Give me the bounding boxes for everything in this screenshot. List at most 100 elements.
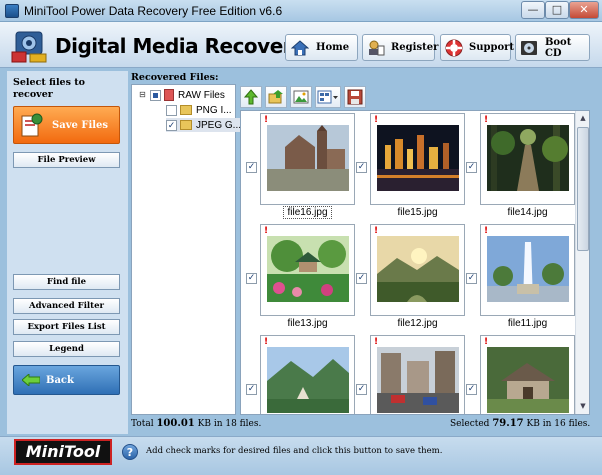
deleted-flag-icon: ! <box>374 115 379 125</box>
file-name: file16.jpg <box>260 206 355 219</box>
thumbnail-frame[interactable]: ! <box>370 224 465 316</box>
export-files-list-button[interactable]: Export Files List <box>13 319 120 335</box>
deleted-flag-icon: ! <box>484 226 489 236</box>
thumbnail-frame[interactable]: ! <box>260 113 355 205</box>
hint-text: Add check marks for desired files and cl… <box>146 446 443 456</box>
thumbnail-image <box>267 347 349 413</box>
tree-row-raw-files[interactable]: ⊟ RAW Files <box>138 88 225 102</box>
advanced-filter-button[interactable]: Advanced Filter <box>13 298 120 314</box>
home-label: Home <box>316 42 350 53</box>
file-checkbox[interactable]: ✓ <box>466 162 477 173</box>
png-checkbox[interactable] <box>166 104 177 116</box>
home-icon <box>290 39 310 57</box>
save-disk-icon <box>347 89 363 105</box>
deleted-flag-icon: ! <box>374 226 379 236</box>
tree-label: JPEG G... <box>196 119 242 131</box>
thumbnail-frame[interactable]: ! <box>260 335 355 414</box>
file-tile[interactable]: ✓ ! file15.jpg <box>356 111 465 219</box>
boot-cd-icon <box>520 39 539 57</box>
thumbnail-frame[interactable]: ! <box>480 335 575 414</box>
close-button[interactable]: ✕ <box>569 1 599 19</box>
boot-cd-button[interactable]: Boot CD <box>515 34 590 61</box>
save-files-icon <box>21 113 43 137</box>
app-logo-text: Digital Media Recovery <box>55 34 305 58</box>
file-checkbox[interactable]: ✓ <box>246 273 257 284</box>
file-checkbox[interactable]: ✓ <box>466 384 477 395</box>
up-arrow-icon <box>243 89 259 105</box>
thumbnail-frame[interactable]: ! <box>480 224 575 316</box>
up-level-button[interactable] <box>240 86 262 108</box>
recover-button[interactable] <box>265 86 287 108</box>
recovered-files-label: Recovered Files: <box>131 72 219 83</box>
save-files-button[interactable]: Save Files <box>13 106 120 144</box>
file-checkbox[interactable]: ✓ <box>246 384 257 395</box>
file-tile[interactable]: ✓ ! <box>246 333 355 414</box>
find-file-button[interactable]: Find file <box>13 274 120 290</box>
deleted-flag-icon: ! <box>264 226 269 236</box>
register-button[interactable]: Register <box>362 34 439 61</box>
view-mode-icon <box>317 90 338 104</box>
media-recovery-logo-icon <box>11 31 47 63</box>
back-button[interactable]: Back <box>13 365 120 395</box>
select-files-heading: Select files to recover <box>13 77 85 100</box>
window-title: MiniTool Power Data Recovery Free Editio… <box>24 4 283 18</box>
tree-row-jpeg[interactable]: ✓ JPEG G... <box>166 118 242 132</box>
picture-icon <box>293 90 309 104</box>
file-checkbox[interactable]: ✓ <box>246 162 257 173</box>
jpeg-checkbox[interactable]: ✓ <box>166 119 177 131</box>
preview-toolbar <box>240 86 366 108</box>
file-tile[interactable]: ✓ ! <box>466 333 575 414</box>
file-checkbox[interactable]: ✓ <box>356 162 367 173</box>
file-tile[interactable]: ✓ ! <box>356 333 465 414</box>
support-button[interactable]: Support <box>440 34 514 61</box>
boot-cd-label: Boot CD <box>544 36 572 59</box>
scrollbar-thumb[interactable] <box>577 127 589 251</box>
file-tile[interactable]: ✓ ! file16.jpg <box>246 111 355 219</box>
file-name: file11.jpg <box>507 318 548 329</box>
thumbnail-image <box>377 347 459 413</box>
file-checkbox[interactable]: ✓ <box>466 273 477 284</box>
vertical-scrollbar[interactable]: ▲ ▼ <box>575 111 589 414</box>
tree-row-png[interactable]: PNG I... <box>166 103 232 117</box>
register-label: Register <box>391 42 439 53</box>
folder-icon <box>180 105 192 115</box>
file-tile[interactable]: ✓ ! file11.jpg <box>466 222 575 330</box>
file-checkbox[interactable]: ✓ <box>356 384 367 395</box>
deleted-flag-icon: ! <box>374 337 379 347</box>
thumbnail-image <box>377 125 459 191</box>
minimize-button[interactable]: — <box>521 1 545 19</box>
file-tile[interactable]: ✓ ! file12.jpg <box>356 222 465 330</box>
save-button[interactable] <box>344 86 366 108</box>
view-mode-dropdown[interactable] <box>315 86 341 108</box>
file-name: file12.jpg <box>397 318 438 329</box>
collapse-toggle-icon[interactable]: ⊟ <box>138 90 147 100</box>
header: Digital Media Recovery Home Register Sup… <box>0 22 602 68</box>
back-label: Back <box>46 374 74 386</box>
total-files-status: Total 100.01 KB in 18 files. <box>131 418 262 429</box>
file-name: file14.jpg <box>507 207 548 218</box>
thumbnail-image <box>487 236 569 302</box>
selected-files-status: Selected 79.17 KB in 16 files. <box>450 418 591 429</box>
help-icon: ? <box>122 444 138 460</box>
home-button[interactable]: Home <box>285 34 358 61</box>
file-preview-button[interactable]: File Preview <box>13 152 120 168</box>
legend-button[interactable]: Legend <box>13 341 120 357</box>
preview-image-button[interactable] <box>290 86 312 108</box>
thumbnail-image <box>487 347 569 413</box>
thumbnail-frame[interactable]: ! <box>370 113 465 205</box>
file-checkbox[interactable]: ✓ <box>356 273 367 284</box>
back-arrow-icon <box>22 374 40 386</box>
scroll-up-icon[interactable]: ▲ <box>577 112 589 125</box>
file-tile[interactable]: ✓ ! file14.jpg <box>466 111 575 219</box>
thumbnail-frame[interactable]: ! <box>370 335 465 414</box>
folder-icon <box>180 120 192 130</box>
thumbnail-frame[interactable]: ! <box>480 113 575 205</box>
thumbnail-frame[interactable]: ! <box>260 224 355 316</box>
raw-files-checkbox[interactable] <box>150 89 161 101</box>
thumbnail-grid: ✓ ! file16.jpg ✓ ! file15.jpg ✓ ! file14… <box>240 110 590 415</box>
scroll-down-icon[interactable]: ▼ <box>577 400 589 413</box>
file-tile[interactable]: ✓ ! file13.jpg <box>246 222 355 330</box>
folder-arrow-icon <box>268 90 283 104</box>
maximize-button[interactable]: □ <box>545 1 569 19</box>
lifebuoy-icon <box>445 39 463 57</box>
